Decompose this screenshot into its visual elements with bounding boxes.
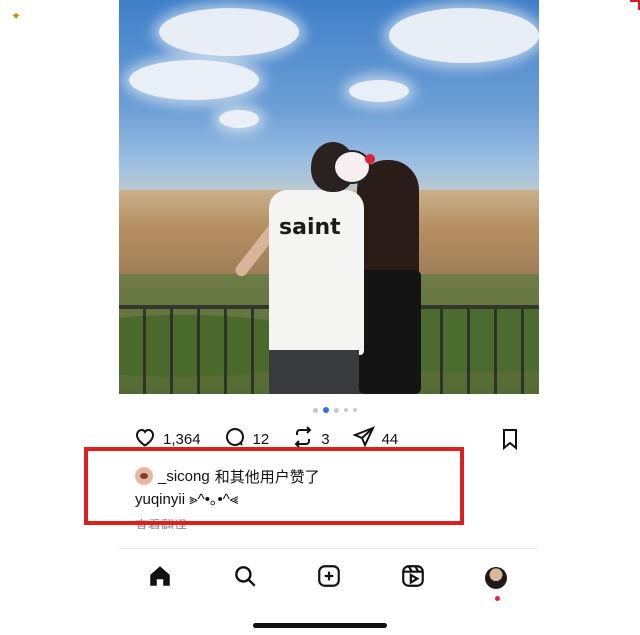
carousel-dot bbox=[353, 408, 357, 412]
tab-profile[interactable] bbox=[478, 560, 514, 596]
notification-dot bbox=[495, 596, 500, 601]
cloud bbox=[219, 110, 259, 128]
highlight-box bbox=[84, 447, 464, 525]
tab-divider bbox=[119, 548, 539, 549]
cloud bbox=[389, 8, 539, 63]
tab-create[interactable] bbox=[311, 560, 347, 596]
add-post-icon bbox=[316, 563, 342, 594]
post-photo[interactable]: saint bbox=[119, 0, 539, 394]
cloud bbox=[349, 80, 409, 102]
carousel-dot-active bbox=[323, 407, 329, 413]
sparkle-icon: ✦ bbox=[11, 9, 22, 23]
corner-marker bbox=[630, 0, 640, 10]
face-sticker bbox=[333, 150, 375, 184]
tab-search[interactable] bbox=[227, 560, 263, 596]
tab-home[interactable] bbox=[142, 560, 178, 596]
post-screen: ✦ saint 1,364 12 3 44 _sicong 和其他用户赞了 yu… bbox=[0, 0, 640, 635]
home-indicator[interactable] bbox=[253, 623, 387, 628]
home-icon bbox=[147, 563, 173, 594]
repost-count: 3 bbox=[321, 430, 330, 448]
carousel-dot bbox=[313, 407, 318, 413]
woman-dress bbox=[359, 270, 421, 394]
carousel-dot bbox=[334, 407, 339, 413]
profile-avatar bbox=[485, 567, 507, 589]
shirt-text: saint bbox=[279, 215, 341, 240]
carousel-dot bbox=[344, 408, 348, 412]
reels-icon bbox=[400, 563, 426, 594]
comment-count: 12 bbox=[252, 430, 270, 448]
tab-reels[interactable] bbox=[395, 560, 431, 596]
like-count: 1,364 bbox=[163, 430, 201, 448]
bottom-tab-bar bbox=[140, 560, 520, 596]
cloud bbox=[129, 60, 259, 100]
carousel-indicator bbox=[313, 406, 363, 414]
cloud bbox=[159, 8, 299, 56]
bookmark-icon bbox=[498, 429, 522, 455]
share-count: 44 bbox=[381, 430, 399, 448]
save-button[interactable] bbox=[498, 427, 522, 451]
search-icon bbox=[232, 563, 258, 594]
man-pants bbox=[269, 350, 359, 394]
